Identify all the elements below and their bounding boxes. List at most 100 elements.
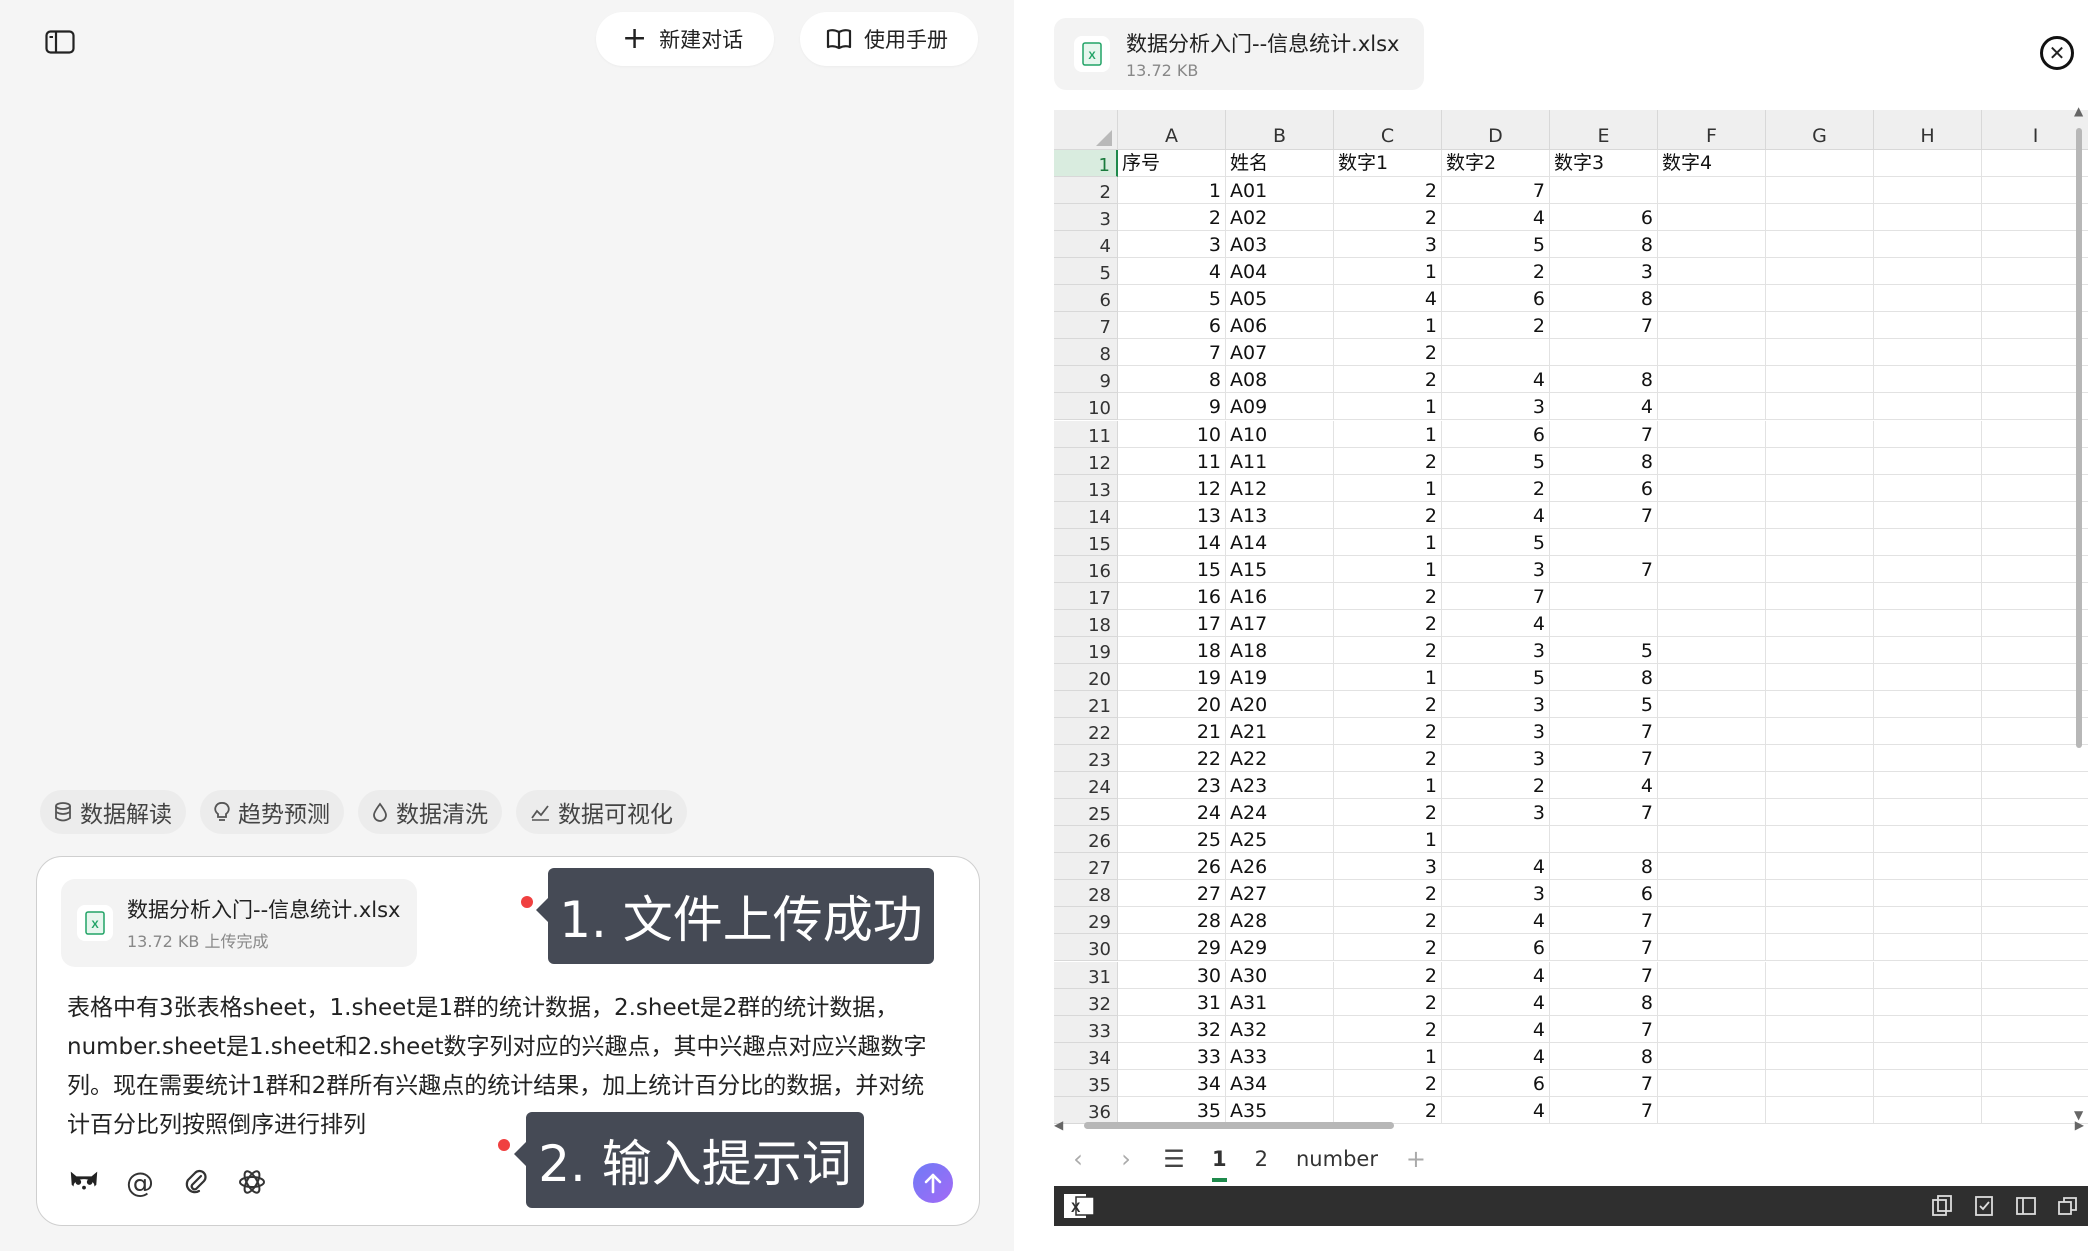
user-manual-button[interactable]: 使用手册 (800, 12, 978, 66)
data-cell[interactable]: 5 (1442, 447, 1550, 475)
data-cell[interactable] (1658, 285, 1766, 313)
data-cell[interactable] (1982, 772, 2088, 800)
data-cell[interactable] (1874, 393, 1982, 421)
data-cell[interactable]: A01 (1226, 177, 1334, 205)
data-cell[interactable]: 2 (1334, 691, 1442, 718)
row-header[interactable]: 29 (1054, 907, 1118, 935)
chip-data-cleaning[interactable]: 数据清洗 (358, 790, 502, 834)
data-cell[interactable]: 2 (1442, 258, 1550, 286)
data-cell[interactable] (1874, 826, 1982, 854)
data-cell[interactable] (1766, 339, 1874, 367)
data-cell[interactable]: 1 (1334, 1042, 1442, 1070)
data-cell[interactable]: 26 (1118, 853, 1226, 881)
row-header[interactable]: 28 (1054, 880, 1118, 908)
header-cell[interactable] (1766, 150, 1874, 177)
data-cell[interactable]: 28 (1118, 907, 1226, 935)
data-cell[interactable]: 4 (1550, 393, 1658, 421)
data-cell[interactable] (1658, 718, 1766, 746)
data-cell[interactable]: 3 (1334, 853, 1442, 881)
row-header[interactable]: 17 (1054, 582, 1118, 610)
data-cell[interactable]: 17 (1118, 609, 1226, 637)
attach-button[interactable] (179, 1165, 213, 1199)
data-cell[interactable] (1658, 582, 1766, 610)
data-cell[interactable] (1766, 934, 1874, 962)
data-cell[interactable]: 1 (1334, 420, 1442, 448)
data-cell[interactable] (1658, 934, 1766, 962)
data-cell[interactable]: 12 (1118, 474, 1226, 502)
data-cell[interactable] (1982, 204, 2088, 232)
data-cell[interactable] (1766, 880, 1874, 908)
data-cell[interactable]: A14 (1226, 528, 1334, 556)
data-cell[interactable] (1766, 907, 1874, 935)
data-cell[interactable]: 2 (1334, 1015, 1442, 1043)
data-cell[interactable] (1982, 1043, 2088, 1070)
raccoon-agent-button[interactable] (67, 1165, 101, 1199)
chip-data-visualization[interactable]: 数据可视化 (516, 790, 687, 834)
row-header[interactable]: 32 (1054, 988, 1118, 1016)
data-cell[interactable]: A26 (1226, 853, 1334, 881)
data-cell[interactable]: 1 (1334, 663, 1442, 691)
data-cell[interactable]: 2 (1334, 177, 1442, 205)
data-cell[interactable]: 6 (1550, 474, 1658, 502)
data-cell[interactable] (1874, 636, 1982, 664)
data-cell[interactable] (1766, 799, 1874, 827)
row-header[interactable]: 19 (1054, 636, 1118, 664)
spreadsheet-grid[interactable]: A B C D E F G H I 1 序号 姓名 数字1 数字2 数字3 数字4 2 1 A01 2 7 3 2 A02 2 4… (1054, 110, 2088, 1185)
data-cell[interactable]: 7 (1442, 177, 1550, 205)
data-cell[interactable]: 4 (1442, 907, 1550, 935)
data-cell[interactable] (1874, 285, 1982, 313)
data-cell[interactable] (1766, 636, 1874, 664)
row-header[interactable]: 16 (1054, 555, 1118, 583)
data-cell[interactable]: 21 (1118, 718, 1226, 746)
data-cell[interactable] (1658, 177, 1766, 205)
data-cell[interactable] (1766, 528, 1874, 556)
data-cell[interactable]: A04 (1226, 258, 1334, 286)
row-header[interactable]: 31 (1054, 961, 1118, 989)
row-header[interactable]: 18 (1054, 609, 1118, 637)
data-cell[interactable] (1982, 610, 2088, 637)
data-cell[interactable]: 2 (1334, 204, 1442, 232)
data-cell[interactable]: 7 (1550, 1069, 1658, 1097)
data-cell[interactable] (1982, 258, 2088, 286)
data-cell[interactable]: A09 (1226, 393, 1334, 421)
row-header[interactable]: 13 (1054, 474, 1118, 502)
data-cell[interactable] (1658, 501, 1766, 529)
data-cell[interactable] (1982, 1070, 2088, 1097)
data-cell[interactable]: 3 (1442, 555, 1550, 583)
data-cell[interactable] (1766, 988, 1874, 1016)
data-cell[interactable]: 2 (1442, 312, 1550, 340)
data-cell[interactable]: 4 (1442, 1042, 1550, 1070)
data-cell[interactable]: 2 (1334, 1069, 1442, 1097)
data-cell[interactable] (1766, 258, 1874, 286)
data-cell[interactable] (1874, 420, 1982, 448)
vertical-scroll-thumb[interactable] (2076, 128, 2082, 748)
header-cell[interactable]: 数字4 (1658, 150, 1766, 177)
data-cell[interactable]: A11 (1226, 447, 1334, 475)
data-cell[interactable] (1982, 502, 2088, 529)
data-cell[interactable]: 3 (1442, 393, 1550, 421)
uploaded-file-chip[interactable]: X 数据分析入门--信息统计.xlsx 13.72 KB 上传完成 (61, 879, 417, 967)
data-cell[interactable] (1766, 663, 1874, 691)
mention-button[interactable]: @ (123, 1165, 157, 1199)
data-cell[interactable]: 3 (1442, 880, 1550, 908)
data-cell[interactable] (1874, 609, 1982, 637)
data-cell[interactable] (1658, 745, 1766, 773)
header-cell[interactable] (1874, 150, 1982, 177)
data-cell[interactable]: 32 (1118, 1015, 1226, 1043)
data-cell[interactable]: A15 (1226, 555, 1334, 583)
row-header[interactable]: 9 (1054, 366, 1118, 394)
row-header[interactable]: 7 (1054, 312, 1118, 340)
data-cell[interactable]: 1 (1334, 393, 1442, 421)
data-cell[interactable]: 8 (1550, 231, 1658, 259)
data-cell[interactable]: 6 (1442, 285, 1550, 313)
data-cell[interactable]: 8 (1550, 663, 1658, 691)
data-cell[interactable] (1766, 1042, 1874, 1070)
sheet-list-icon[interactable]: ☰ (1150, 1145, 1198, 1173)
atom-button[interactable] (235, 1165, 269, 1199)
data-cell[interactable]: 6 (1550, 880, 1658, 908)
data-cell[interactable]: 4 (1442, 988, 1550, 1016)
data-cell[interactable]: 2 (1442, 474, 1550, 502)
data-cell[interactable] (1658, 312, 1766, 340)
row-header[interactable]: 22 (1054, 718, 1118, 746)
data-cell[interactable] (1982, 637, 2088, 664)
